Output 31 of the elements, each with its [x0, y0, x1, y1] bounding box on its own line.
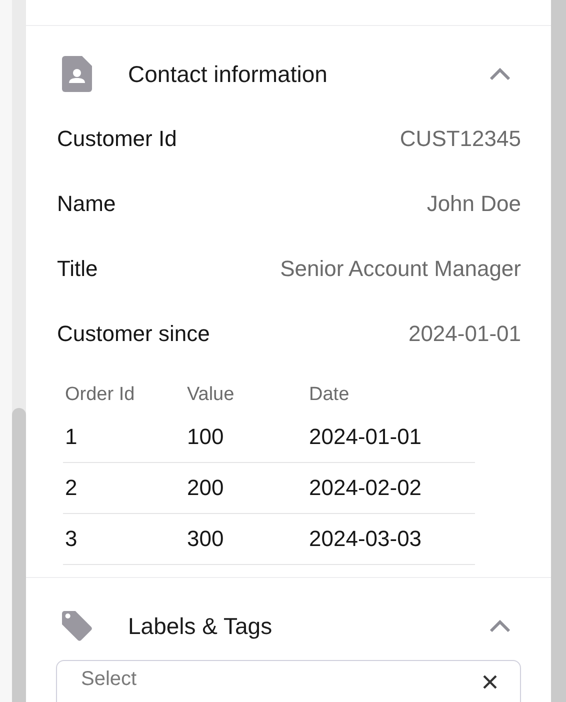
table-cell: 2024-02-02 — [307, 462, 475, 514]
table-cell: 2024-01-01 — [307, 412, 475, 462]
table-cell: 2024-03-03 — [307, 514, 475, 564]
scrollbar[interactable] — [551, 0, 566, 702]
section-title: Labels & Tags — [128, 612, 274, 640]
chevron-icon[interactable] — [489, 620, 511, 632]
scrollbar-thumb[interactable] — [12, 408, 26, 702]
table-cell: 3 — [63, 514, 185, 564]
field-label: Customer Id — [57, 126, 177, 152]
field-label: Name — [57, 190, 116, 216]
table-cell: 300 — [185, 514, 307, 564]
table-cell: 1 — [63, 412, 185, 462]
chevron-icon[interactable] — [489, 68, 511, 80]
field-value: 2024-01-01 — [408, 320, 521, 346]
section-title: Contact information — [128, 60, 328, 88]
select-input[interactable]: Select — [81, 667, 482, 691]
contact-card-icon — [62, 56, 92, 92]
table-cell: 2 — [63, 462, 185, 514]
field-value: John Doe — [426, 190, 521, 216]
table-cell: 200 — [185, 462, 307, 514]
column-header: Date — [308, 384, 350, 407]
field-label: Title — [57, 256, 98, 282]
clear-icon[interactable] — [482, 674, 498, 690]
column-header: Value — [186, 384, 236, 407]
field-value: CUST12345 — [400, 126, 521, 152]
table-cell: 100 — [185, 412, 307, 462]
column-header: Order Id — [64, 384, 136, 407]
select-field[interactable]: Select — [56, 660, 521, 702]
field-label: Customer since — [57, 320, 210, 346]
field-value: Senior Account Manager — [280, 256, 521, 282]
tag-icon — [62, 608, 92, 644]
